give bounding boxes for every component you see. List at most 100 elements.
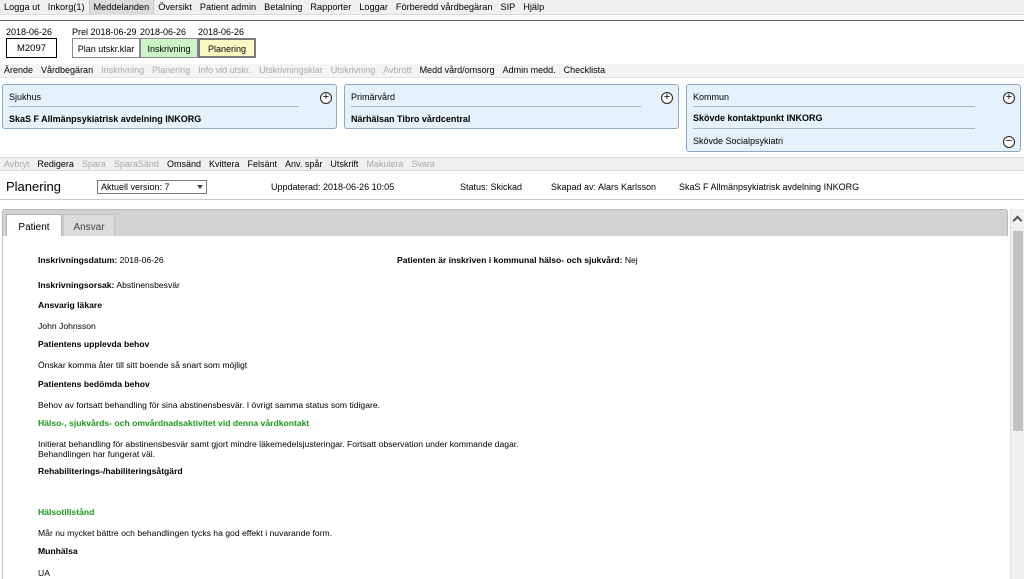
- inskrivningsdatum-label: Inskrivningsdatum:: [38, 255, 118, 265]
- tab-strip: Patient Ansvar: [2, 209, 1008, 238]
- step-inskrivning[interactable]: Inskrivning: [140, 38, 198, 58]
- tb-utskrivningsklar: Utskrivningsklar: [259, 65, 323, 75]
- patient-content: Inskrivningsdatum: 2018-06-26 Patienten …: [2, 236, 1008, 579]
- tb-redigera[interactable]: Redigera: [33, 158, 78, 170]
- menu-inbox[interactable]: Inkorg(1): [44, 0, 89, 15]
- patient-date: 2018-06-26: [6, 27, 53, 37]
- tab-ansvar[interactable]: Ansvar: [63, 214, 115, 238]
- step-inskrivning-date: 2018-06-26: [140, 27, 187, 37]
- tb-utskrivning: Utskrivning: [330, 65, 376, 75]
- header-divider: [0, 20, 1024, 21]
- halsotillstand-value: Mår nu mycket bättre och behandlingen ty…: [38, 528, 333, 538]
- menu-overview[interactable]: Översikt: [154, 0, 196, 15]
- aktivitet-line-2: Behandlingen har fungerat väl.: [38, 449, 156, 459]
- document-info-row: Planering Aktuell version: 7 Uppdaterad:…: [0, 172, 1024, 200]
- updated-text: Uppdaterad: 2018-06-26 10:05: [271, 182, 395, 192]
- vertical-scrollbar[interactable]: [1010, 209, 1024, 579]
- munhalsa-value: UA: [38, 568, 50, 578]
- menu-messages[interactable]: Meddelanden: [88, 0, 155, 15]
- orsak-row: Inskrivningsorsak: Abstinensbesvär: [38, 280, 180, 290]
- panel-primarvard-title: Primärvård: [351, 92, 396, 102]
- tb-planering: Planering: [152, 65, 191, 75]
- tb-omsand[interactable]: Omsänd: [163, 158, 205, 170]
- add-icon[interactable]: +: [661, 92, 673, 104]
- panel-kommun-value-1: Skövde kontaktpunkt INKORG: [693, 113, 823, 123]
- aktivitet-line-1: Initierat behandling för abstinensbesvär…: [38, 439, 519, 449]
- panel-divider: [351, 106, 641, 107]
- tb-arende[interactable]: Ärende: [0, 64, 37, 77]
- tb-anv-spar[interactable]: Anv. spår: [281, 158, 326, 170]
- step-plan-utskr-klar[interactable]: Plan utskr.klar: [72, 38, 140, 58]
- scrollbar-thumb[interactable]: [1013, 231, 1023, 431]
- upplevda-value: Önskar komma åter till sitt boende så sn…: [38, 360, 248, 370]
- document-title: Planering: [6, 179, 61, 194]
- panel-kommun: Kommun + Skövde kontaktpunkt INKORG Sköv…: [686, 84, 1021, 152]
- status-text: Status: Skickad: [460, 182, 523, 192]
- menu-prepared-care-request[interactable]: Förberedd vårdbegäran: [392, 0, 497, 15]
- panel-kommun-title: Kommun: [693, 92, 730, 102]
- inskrivningsdatum-value: 2018-06-26: [119, 255, 164, 265]
- tb-admin-medd[interactable]: Admin medd.: [499, 64, 560, 77]
- step-planering[interactable]: Planering: [198, 38, 256, 58]
- panel-divider: [693, 128, 975, 129]
- tb-utskrift[interactable]: Utskrift: [326, 158, 362, 170]
- panel-primarvard-value: Närhälsan Tibro vårdcentral: [351, 114, 471, 124]
- menu-logs[interactable]: Loggar: [355, 0, 392, 15]
- menu-logout[interactable]: Logga ut: [0, 0, 44, 15]
- version-select[interactable]: Aktuell version: 7: [97, 180, 207, 194]
- kommunal-value: Nej: [624, 255, 638, 265]
- tb-kvittera[interactable]: Kvittera: [205, 158, 244, 170]
- unit-text: SkaS F Allmänpsykiatrisk avdelning INKOR…: [679, 182, 860, 192]
- tb-info-vid-utskr: Info vid utskr.: [198, 65, 252, 75]
- menu-help[interactable]: Hjälp: [519, 0, 548, 15]
- rehab-heading: Rehabiliterings-/habiliteringsåtgärd: [38, 466, 183, 476]
- patient-id[interactable]: M2097: [6, 38, 57, 58]
- panel-sjukhus-title: Sjukhus: [9, 92, 42, 102]
- tb-medd-vard-omsorg[interactable]: Medd vård/omsorg: [416, 64, 499, 77]
- remove-icon[interactable]: −: [1003, 136, 1015, 148]
- bedomda-heading: Patientens bedömda behov: [38, 379, 150, 389]
- case-toolbar: Ärende Vårdbegäran Inskrivning Planering…: [0, 64, 1024, 78]
- tb-svara: Svara: [411, 159, 435, 169]
- ansvarig-heading: Ansvarig läkare: [38, 300, 103, 310]
- panel-sjukhus-value: SkaS F Allmänpsykiatrisk avdelning INKOR…: [9, 114, 202, 124]
- menu-payment[interactable]: Betalning: [260, 0, 306, 15]
- inskrivningsdatum-row: Inskrivningsdatum: 2018-06-26: [38, 255, 164, 265]
- tb-spara: Spara: [81, 159, 106, 169]
- panel-kommun-value-2: Skövde Socialpsykiatri: [693, 136, 784, 146]
- aktivitet-heading: Hälso-, sjukvårds- och omvårdnadsaktivit…: [38, 418, 310, 428]
- tb-avbrott: Avbrott: [383, 65, 412, 75]
- panel-sjukhus: Sjukhus + SkaS F Allmänpsykiatrisk avdel…: [2, 84, 337, 129]
- tb-inskrivning: Inskrivning: [101, 65, 145, 75]
- add-icon[interactable]: +: [1003, 92, 1015, 104]
- tb-avbryt: Avbryt: [4, 159, 30, 169]
- menu-reports[interactable]: Rapporter: [306, 0, 355, 15]
- orsak-label: Inskrivningsorsak:: [38, 280, 115, 290]
- tab-patient[interactable]: Patient: [6, 214, 62, 238]
- tb-felsant[interactable]: Felsänt: [243, 158, 281, 170]
- main-menu-bar: Logga ut Inkorg(1) Meddelanden Översikt …: [0, 0, 1024, 15]
- scroll-up-icon[interactable]: [1012, 215, 1023, 226]
- menu-patient-admin[interactable]: Patient admin: [196, 0, 260, 15]
- panel-primarvard: Primärvård + Närhälsan Tibro vårdcentral: [344, 84, 679, 129]
- munhalsa-heading: Munhälsa: [38, 546, 78, 556]
- created-by-text: Skapad av: Alars Karlsson: [551, 182, 657, 192]
- kommunal-row: Patienten är inskriven i kommunal hälso-…: [397, 255, 638, 265]
- tb-makulera: Makulera: [366, 159, 404, 169]
- step-plan-date: Prel 2018-06-29: [72, 27, 137, 37]
- bedomda-value: Behov av fortsatt behandling för sina ab…: [38, 400, 381, 410]
- upplevda-heading: Patientens upplevda behov: [38, 339, 150, 349]
- halsotillstand-heading: Hälsotillstånd: [38, 507, 95, 517]
- tb-vardbegaran[interactable]: Vårdbegäran: [37, 64, 97, 77]
- ansvarig-value: John Johnsson: [38, 321, 96, 331]
- add-icon[interactable]: +: [320, 92, 332, 104]
- chevron-down-icon: [197, 185, 203, 189]
- menu-sip[interactable]: SIP: [496, 0, 519, 15]
- panel-divider: [693, 106, 975, 107]
- kommunal-label: Patienten är inskriven i kommunal hälso-…: [397, 255, 623, 265]
- orsak-value: Abstinensbesvär: [116, 280, 180, 290]
- step-planering-date: 2018-06-26: [198, 27, 245, 37]
- version-select-value: Aktuell version: 7: [101, 182, 170, 192]
- document-toolbar: Avbryt Redigera Spara SparaSänd Omsänd K…: [0, 157, 1024, 171]
- tb-checklista[interactable]: Checklista: [560, 64, 610, 77]
